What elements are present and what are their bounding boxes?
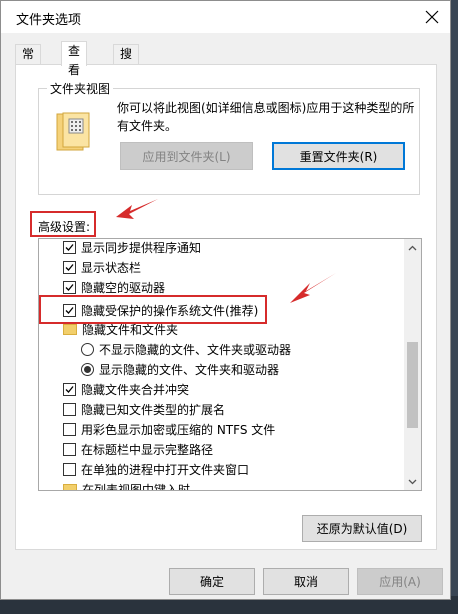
folder-view-legend: 文件夹视图 xyxy=(47,80,114,97)
scroll-up-button[interactable] xyxy=(404,239,421,256)
close-button[interactable] xyxy=(418,3,446,31)
protected-files-highlight xyxy=(39,295,267,324)
list-item-label: 用彩色显示加密或压缩的 NTFS 文件 xyxy=(81,422,276,437)
list-item-label: 显示同步提供程序通知 xyxy=(81,240,202,255)
annotation-arrow-icon xyxy=(290,273,336,303)
ok-button[interactable]: 确定 xyxy=(169,568,255,595)
annotation-arrow-icon xyxy=(116,199,158,219)
vertical-scrollbar[interactable] xyxy=(404,239,421,490)
folder-view-group: 文件夹视图 你可以将此视图(如详细信息或图标)应用于这种类型的所有文件夹。 应用… xyxy=(38,80,420,195)
list-item-label: 隐藏已知文件类型的扩展名 xyxy=(81,402,226,417)
checkbox[interactable] xyxy=(63,402,76,416)
list-item-label: 隐藏空的驱动器 xyxy=(81,280,166,295)
list-item[interactable]: 显示隐藏的文件、文件夹和驱动器 xyxy=(81,359,421,379)
tab-general[interactable]: 常规 xyxy=(15,44,42,80)
list-item[interactable]: 显示同步提供程序通知 xyxy=(63,239,421,257)
list-item-label: 在列表视图中键入时 xyxy=(82,482,191,491)
folder-icon xyxy=(63,323,77,335)
checkbox[interactable] xyxy=(63,280,76,294)
check-icon xyxy=(65,283,74,291)
list-item[interactable]: 显示状态栏 xyxy=(63,257,421,277)
radio-button[interactable] xyxy=(81,342,94,356)
list-item[interactable]: 在单独的进程中打开文件夹窗口 xyxy=(63,459,421,479)
title-bar[interactable]: 文件夹选项 xyxy=(1,1,450,33)
list-item[interactable]: 不显示隐藏的文件、文件夹或驱动器 xyxy=(81,339,421,359)
folder-options-dialog: 文件夹选项 常规 查看 搜索 文件夹视图 你可以将此视图(如详 xyxy=(0,0,451,600)
advanced-settings-list[interactable]: 显示同步提供程序通知 显示状态栏 隐藏空的驱动器 隐藏受保护的操作系统文件(推荐… xyxy=(38,238,422,491)
scroll-down-button[interactable] xyxy=(404,473,421,490)
folder-icon xyxy=(63,483,77,490)
checkbox[interactable] xyxy=(63,462,76,476)
reset-folders-button[interactable]: 重置文件夹(R) xyxy=(272,142,405,170)
list-item[interactable]: 在标题栏中显示完整路径 xyxy=(63,439,421,459)
list-item-label: 隐藏文件夹合并冲突 xyxy=(81,382,190,397)
cancel-button[interactable]: 取消 xyxy=(263,568,349,595)
list-item-label: 不显示隐藏的文件、文件夹或驱动器 xyxy=(99,342,292,357)
list-item[interactable]: 用彩色显示加密或压缩的 NTFS 文件 xyxy=(63,419,421,439)
chevron-down-icon xyxy=(408,479,417,484)
tab-search[interactable]: 搜索 xyxy=(113,44,140,80)
close-icon xyxy=(425,10,439,24)
check-icon xyxy=(65,243,74,251)
list-item: 在列表视图中键入时 xyxy=(63,479,421,491)
window-title: 文件夹选项 xyxy=(16,13,82,28)
checkbox[interactable] xyxy=(63,260,76,274)
list-item[interactable]: 隐藏文件夹合并冲突 xyxy=(63,379,421,399)
tab-view[interactable]: 查看 xyxy=(61,41,88,77)
radio-button[interactable] xyxy=(81,362,94,376)
folder-view-description: 你可以将此视图(如详细信息或图标)应用于这种类型的所有文件夹。 xyxy=(117,101,415,133)
restore-defaults-button[interactable]: 还原为默认值(D) xyxy=(302,515,422,542)
list-item[interactable]: 隐藏已知文件类型的扩展名 xyxy=(63,399,421,419)
check-icon xyxy=(65,263,74,271)
checkbox[interactable] xyxy=(63,442,76,456)
list-item-label: 在标题栏中显示完整路径 xyxy=(81,442,214,457)
advanced-settings-label: 高级设置: xyxy=(38,220,91,234)
check-icon xyxy=(65,385,74,393)
apply-button[interactable]: 应用(A) xyxy=(357,568,443,595)
list-item-label: 显示隐藏的文件、文件夹和驱动器 xyxy=(99,362,280,377)
list-item[interactable]: 隐藏空的驱动器 xyxy=(63,277,421,297)
folder-view-icon xyxy=(56,112,90,151)
list-item-label: 显示状态栏 xyxy=(81,260,142,275)
apply-to-folders-button[interactable]: 应用到文件夹(L) xyxy=(120,142,253,170)
checkbox[interactable] xyxy=(63,422,76,436)
checkbox[interactable] xyxy=(63,240,76,254)
chevron-up-icon xyxy=(408,245,417,250)
scrollbar-thumb[interactable] xyxy=(407,342,418,428)
radio-selected-dot xyxy=(84,365,91,373)
checkbox[interactable] xyxy=(63,382,76,396)
list-item-label: 在单独的进程中打开文件夹窗口 xyxy=(81,462,250,477)
